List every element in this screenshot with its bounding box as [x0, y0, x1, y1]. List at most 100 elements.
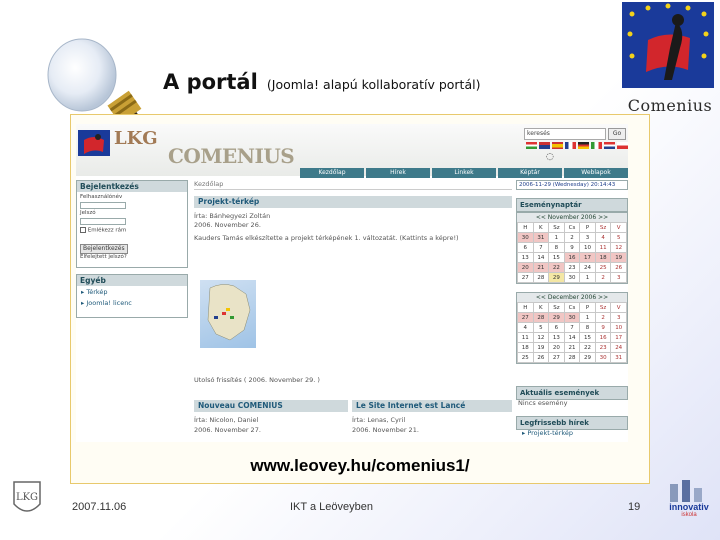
calendar-day[interactable]: 6 [548, 322, 565, 333]
calendar-day[interactable]: 27 [517, 272, 534, 283]
calendar-day[interactable]: 2 [594, 312, 612, 323]
calendar-day[interactable]: 25 [594, 262, 612, 273]
calendar-day[interactable]: 31 [532, 232, 550, 243]
flag-de-icon[interactable] [578, 142, 589, 149]
calendar-day[interactable]: 9 [594, 322, 612, 333]
calendar-day[interactable]: 4 [517, 322, 534, 333]
calendar-day[interactable]: 17 [610, 332, 627, 343]
project-map-image[interactable] [200, 280, 256, 348]
calendar-december-header[interactable]: << December 2006 >> [517, 293, 627, 302]
calendar-day[interactable]: 16 [563, 252, 581, 263]
calendar-day[interactable]: 13 [517, 252, 534, 263]
news-title-1[interactable]: Nouveau COMENIUS [194, 400, 348, 412]
forgot-password-link[interactable]: Elfelejtett jelszó? [80, 254, 184, 261]
calendar-day[interactable]: 22 [579, 342, 596, 353]
calendar-day[interactable]: 30 [563, 312, 581, 323]
calendar-day[interactable]: 15 [579, 332, 596, 343]
calendar-day[interactable]: 12 [532, 332, 550, 343]
calendar-day[interactable]: 14 [563, 332, 581, 343]
calendar-day[interactable]: 24 [579, 262, 596, 273]
flag-it-icon[interactable] [591, 142, 602, 149]
calendar-day[interactable]: 1 [579, 272, 596, 283]
calendar-day[interactable]: 28 [532, 312, 550, 323]
calendar-day[interactable]: 27 [548, 352, 565, 363]
nav-item-home[interactable]: Kezdőlap [300, 168, 364, 178]
calendar-day[interactable]: 18 [594, 252, 612, 263]
password-field[interactable] [80, 218, 126, 225]
calendar-day[interactable]: 14 [532, 252, 550, 263]
calendar-day[interactable]: 19 [610, 252, 627, 263]
calendar-day[interactable]: 8 [579, 322, 596, 333]
latest-news-item[interactable]: Projekt-térkép [527, 429, 573, 437]
news-title-2[interactable]: Le Site Internet est Lancé [352, 400, 512, 412]
calendar-day[interactable]: 2 [563, 232, 581, 243]
login-button[interactable]: Bejelentkezés [80, 243, 128, 254]
calendar-day[interactable]: 28 [563, 352, 581, 363]
calendar-day[interactable]: 24 [610, 342, 627, 353]
calendar-day[interactable]: 22 [548, 262, 565, 273]
calendar-day[interactable]: 27 [517, 312, 534, 323]
calendar-day[interactable]: 21 [563, 342, 581, 353]
calendar-day[interactable]: 29 [548, 312, 565, 323]
calendar-day[interactable]: 31 [610, 352, 627, 363]
calendar-day[interactable]: 16 [594, 332, 612, 343]
calendar-day[interactable]: 9 [563, 242, 581, 253]
calendar-day[interactable]: 1 [548, 232, 565, 243]
calendar-day[interactable]: 10 [610, 322, 627, 333]
calendar-day[interactable]: 23 [563, 262, 581, 273]
calendar-day[interactable]: 12 [610, 242, 627, 253]
flag-uk-icon[interactable] [539, 142, 550, 149]
calendar-day[interactable]: 3 [610, 272, 627, 283]
flag-hu-icon[interactable] [526, 142, 537, 149]
calendar-day[interactable]: 30 [563, 272, 581, 283]
calendar-day[interactable]: 3 [610, 312, 627, 323]
username-field[interactable] [80, 202, 126, 209]
calendar-day[interactable]: 15 [548, 252, 565, 263]
site-search-input[interactable]: keresés [524, 128, 606, 140]
nav-item-links[interactable]: Linkek [432, 168, 496, 178]
other-item-license[interactable]: Joomla! licenc [86, 299, 132, 307]
calendar-day[interactable]: 10 [579, 242, 596, 253]
calendar-day[interactable]: 17 [579, 252, 596, 263]
nav-item-news[interactable]: Hírek [366, 168, 430, 178]
article-title[interactable]: Projekt-térkép [194, 196, 512, 208]
calendar-day[interactable]: 13 [548, 332, 565, 343]
lkg-emblem-icon: LKG [13, 481, 41, 512]
calendar-day[interactable]: 25 [517, 352, 534, 363]
other-item-map[interactable]: Térkép [86, 288, 107, 296]
calendar-november-header[interactable]: << November 2006 >> [517, 213, 627, 222]
calendar-day[interactable]: 19 [532, 342, 550, 353]
calendar-day[interactable]: 29 [579, 352, 596, 363]
calendar-day[interactable]: 26 [532, 352, 550, 363]
nav-item-gallery[interactable]: Képtár [498, 168, 562, 178]
calendar-day[interactable]: 5 [532, 322, 550, 333]
calendar-day[interactable]: 2 [594, 272, 612, 283]
flag-es-icon[interactable] [552, 142, 563, 149]
calendar-day[interactable]: 18 [517, 342, 534, 353]
calendar-day[interactable]: 5 [610, 232, 627, 243]
calendar-day[interactable]: 20 [517, 262, 534, 273]
calendar-day[interactable]: 28 [532, 272, 550, 283]
nav-item-weblapok[interactable]: Weblapok [564, 168, 628, 178]
calendar-day[interactable]: 1 [579, 312, 596, 323]
site-search-go-button[interactable]: Go [608, 128, 626, 140]
calendar-day[interactable]: 7 [563, 322, 581, 333]
calendar-day[interactable]: 21 [532, 262, 550, 273]
calendar-day[interactable]: 6 [517, 242, 534, 253]
calendar-day[interactable]: 30 [517, 232, 534, 243]
calendar-day[interactable]: 7 [532, 242, 550, 253]
calendar-day[interactable]: 30 [594, 352, 612, 363]
flag-pl-icon[interactable] [617, 142, 628, 149]
calendar-day[interactable]: 26 [610, 262, 627, 273]
calendar-day[interactable]: 3 [579, 232, 596, 243]
calendar-day[interactable]: 11 [594, 242, 612, 253]
calendar-day[interactable]: 11 [517, 332, 534, 343]
calendar-day[interactable]: 20 [548, 342, 565, 353]
calendar-day[interactable]: 8 [548, 242, 565, 253]
calendar-day[interactable]: 23 [594, 342, 612, 353]
flag-nl-icon[interactable] [604, 142, 615, 149]
flag-fr-icon[interactable] [565, 142, 576, 149]
remember-checkbox[interactable] [80, 227, 86, 233]
calendar-day[interactable]: 29 [548, 272, 565, 283]
calendar-day[interactable]: 4 [594, 232, 612, 243]
